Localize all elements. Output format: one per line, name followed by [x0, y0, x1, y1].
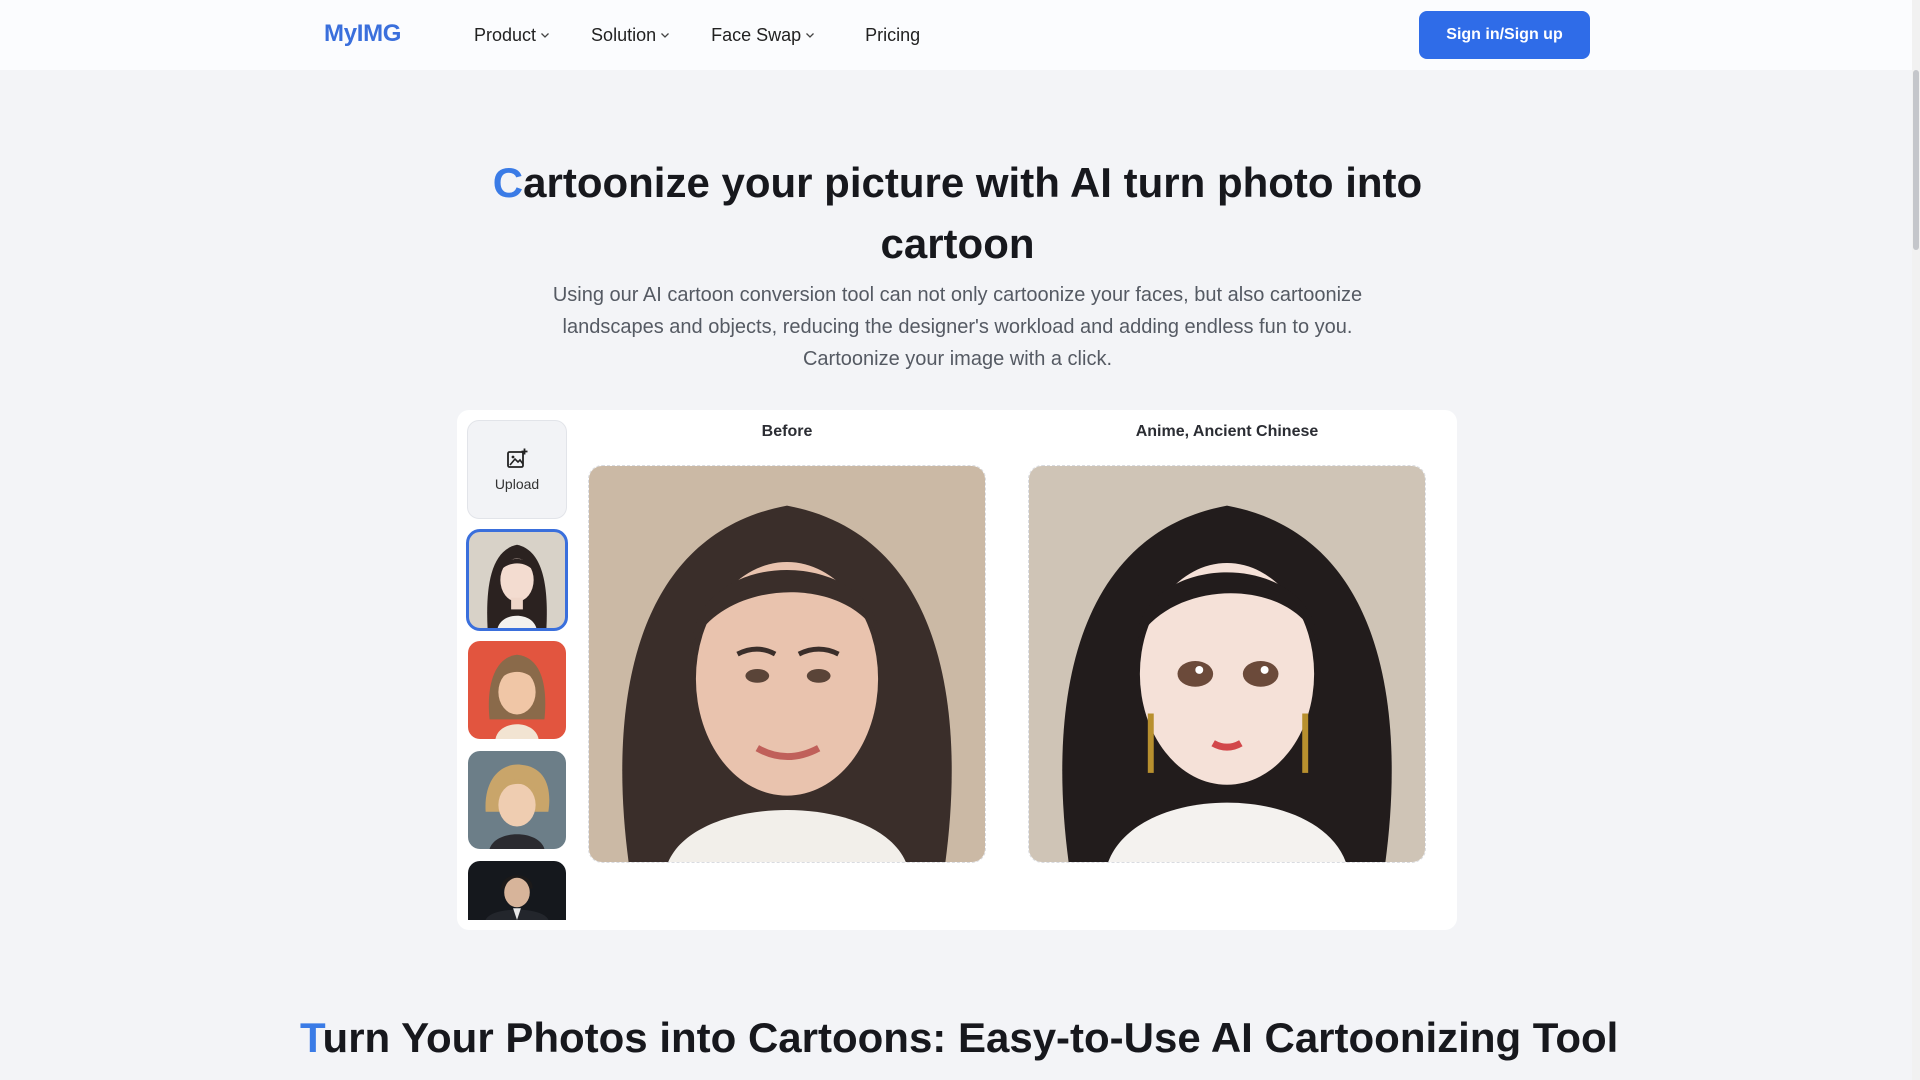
title-text: artoonize your picture with AI turn phot… — [523, 159, 1423, 267]
nav-face-swap[interactable]: Face Swap — [711, 25, 816, 46]
hero-description: Using our AI cartoon conversion tool can… — [552, 284, 1363, 370]
anime-girl-thumbnail — [468, 531, 566, 629]
after-style-label: Anime, Ancient Chinese — [1135, 423, 1319, 440]
section-title-text: urn Your Photos into Cartoons: Easy-to-U… — [322, 1014, 1619, 1061]
section-title: Turn Your Photos into Cartoons: Easy-to-… — [300, 1014, 1618, 1062]
nav-face-swap-label: Face Swap — [711, 24, 802, 45]
original-portrait — [589, 466, 985, 862]
before-label: Before — [761, 423, 813, 440]
sample-thumbnail-2[interactable] — [468, 641, 566, 739]
sample-thumbnail-4[interactable] — [468, 861, 566, 920]
top-nav-bar: MyIMG Product Solution Face Swap Pricing… — [0, 0, 1920, 70]
chevron-down-icon — [661, 33, 670, 38]
nav-pricing[interactable]: Pricing — [865, 25, 920, 46]
chevron-down-icon — [541, 33, 550, 38]
nav-product[interactable]: Product — [474, 25, 551, 46]
cartoon-girl-thumbnail — [468, 641, 566, 739]
main-nav: Product Solution Face Swap Pricing — [474, 0, 960, 70]
sample-thumbnail-1[interactable] — [466, 529, 568, 631]
nav-solution[interactable]: Solution — [591, 25, 671, 46]
scrollbar-thumb[interactable] — [1913, 70, 1919, 250]
logo[interactable]: MyIMG — [324, 20, 401, 48]
title-accent-letter: C — [492, 159, 524, 206]
page-title: Cartoonize your picture with AI turn pho… — [480, 152, 1435, 274]
sign-in-button[interactable]: Sign in/Sign up — [1419, 11, 1590, 59]
blond-boy-thumbnail — [468, 751, 566, 849]
cartoonized-portrait — [1029, 466, 1425, 862]
upload-button[interactable]: Upload — [467, 420, 567, 519]
before-image — [588, 465, 986, 863]
upload-label: Upload — [494, 476, 540, 492]
nav-product-label: Product — [474, 24, 537, 45]
chevron-down-icon — [806, 33, 815, 38]
section-accent-letter: T — [300, 1014, 323, 1061]
nav-solution-label: Solution — [591, 24, 657, 45]
sample-thumbnail-3[interactable] — [468, 751, 566, 849]
image-plus-icon — [507, 448, 528, 468]
after-image — [1028, 465, 1426, 863]
nav-pricing-label: Pricing — [865, 24, 921, 45]
anime-suit-man-thumbnail — [468, 861, 566, 920]
